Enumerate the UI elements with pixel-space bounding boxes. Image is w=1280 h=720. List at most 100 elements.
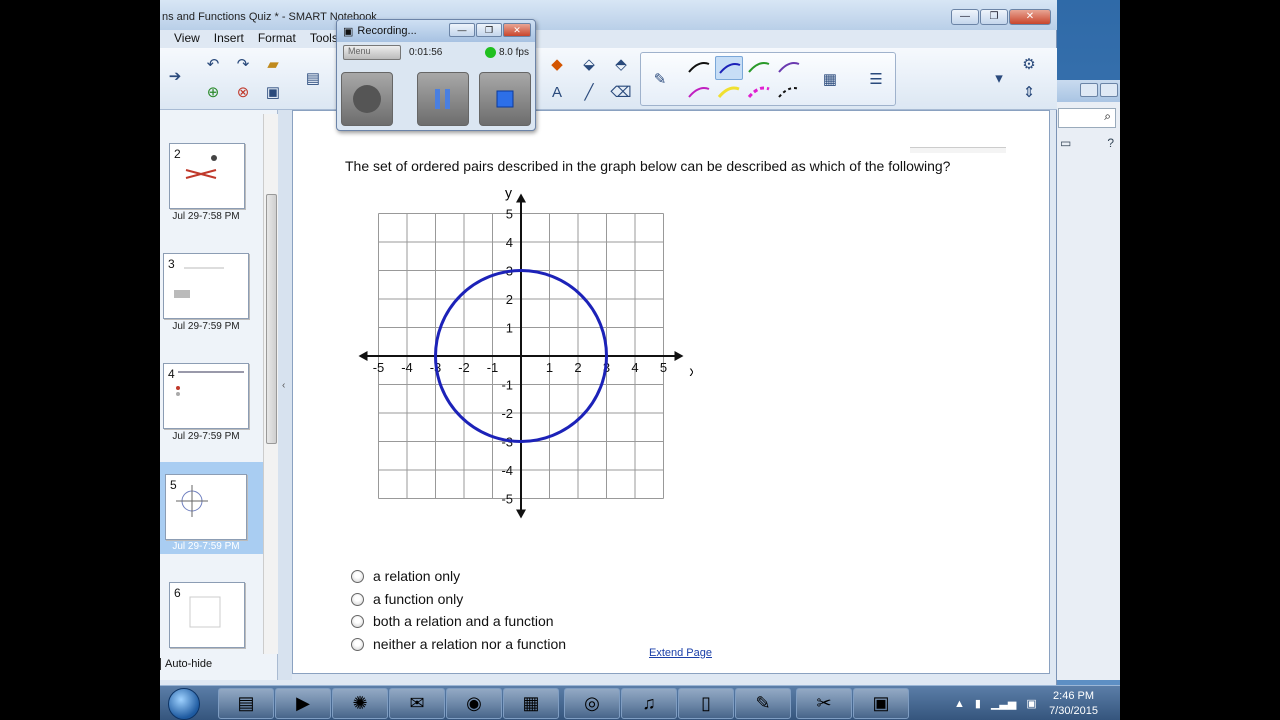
question-text: The set of ordered pairs described in th… bbox=[345, 158, 951, 174]
page-canvas[interactable]: The set of ordered pairs described in th… bbox=[292, 110, 1050, 674]
redo-icon[interactable]: ↷ bbox=[230, 52, 256, 76]
start-button[interactable] bbox=[168, 688, 200, 720]
y-tick-label: -2 bbox=[501, 406, 513, 421]
x-tick-label: 4 bbox=[631, 360, 638, 375]
save-icon[interactable]: ▣ bbox=[260, 80, 286, 104]
notebook-task-icon[interactable]: ✎ bbox=[735, 688, 791, 719]
y-tick-label: -1 bbox=[501, 378, 513, 393]
choice-label: a relation only bbox=[373, 568, 461, 584]
signal-icon[interactable]: ▁▃▅ bbox=[991, 697, 1016, 710]
display-icon[interactable]: ▤ bbox=[300, 66, 326, 90]
shapes-icon[interactable]: ◆ bbox=[544, 52, 570, 76]
recorder-close-button[interactable]: ✕ bbox=[503, 23, 531, 37]
thumb-date: Jul 29-7:58 PM bbox=[172, 211, 240, 222]
line-icon[interactable]: ╱ bbox=[576, 80, 602, 104]
page-thumb-6[interactable]: 6 bbox=[169, 582, 245, 648]
panel-icon[interactable]: ▭ bbox=[1060, 136, 1071, 150]
title-bar[interactable]: ns and Functions Quiz * - SMART Notebook… bbox=[160, 0, 1057, 30]
close-button[interactable]: ✕ bbox=[1009, 9, 1051, 25]
recorder-task-icon[interactable]: ▣ bbox=[853, 688, 909, 719]
autohide-label: Auto-hide bbox=[165, 658, 213, 670]
menu-insert[interactable]: Insert bbox=[214, 31, 244, 45]
minimize-button[interactable]: — bbox=[951, 9, 979, 25]
radio-button[interactable] bbox=[351, 637, 364, 651]
tray-expand-icon[interactable]: ▲ bbox=[954, 698, 965, 710]
choice-neither[interactable]: neither a relation nor a function bbox=[351, 636, 566, 652]
delete-page-icon[interactable]: ⊗ bbox=[230, 80, 256, 104]
clock[interactable]: 2:46 PM 7/30/2015 bbox=[1049, 689, 1098, 719]
x-tick-label: -1 bbox=[487, 360, 499, 375]
highlight-eraser-icon[interactable]: ⌫ bbox=[608, 80, 634, 104]
app-task-icon[interactable]: ✺ bbox=[332, 688, 388, 719]
help-icon[interactable]: ? bbox=[1107, 136, 1114, 150]
recorder-elapsed: 0:01:56 bbox=[409, 47, 443, 58]
search-icon[interactable]: ⌕ bbox=[1058, 108, 1116, 128]
background-window[interactable]: ⌕ ▭? bbox=[1053, 80, 1120, 680]
battery-icon[interactable]: ▮ bbox=[975, 697, 981, 710]
thumb-date: Jul 29-7:59 PM bbox=[172, 321, 240, 332]
pen-green[interactable] bbox=[745, 56, 773, 80]
text-icon[interactable]: A bbox=[544, 80, 570, 104]
radio-button[interactable] bbox=[351, 569, 364, 583]
network-icon[interactable]: ▣ bbox=[1026, 697, 1036, 710]
pen-magenta[interactable] bbox=[685, 81, 713, 105]
page-thumb-4[interactable]: 4 bbox=[163, 363, 249, 429]
thumb-number: 5 bbox=[170, 478, 177, 492]
page-thumb-3[interactable]: 3 bbox=[163, 253, 249, 319]
pen-black-dash[interactable] bbox=[775, 81, 803, 105]
choice-relation-only[interactable]: a relation only bbox=[351, 568, 460, 584]
choice-both[interactable]: both a relation and a function bbox=[351, 613, 554, 629]
extend-page-link[interactable]: Extend Page bbox=[649, 647, 712, 659]
pen-yellow[interactable] bbox=[715, 81, 743, 105]
menu-format[interactable]: Format bbox=[258, 31, 296, 45]
scroll-thumb[interactable] bbox=[266, 194, 277, 444]
choice-function-only[interactable]: a function only bbox=[351, 591, 463, 607]
line-style-icon[interactable]: ☰ bbox=[863, 67, 889, 91]
itunes-task-icon[interactable]: ♫ bbox=[621, 688, 677, 719]
recorder-menu-button[interactable]: Menu bbox=[343, 45, 401, 60]
record-button[interactable] bbox=[341, 72, 393, 126]
open-folder-icon[interactable]: ▰ bbox=[260, 52, 286, 76]
pen-purple[interactable] bbox=[775, 56, 803, 80]
radio-button[interactable] bbox=[351, 592, 364, 606]
coordinate-graph: -5 -4 -3 -2 -1 1 2 3 4 554321-1-2-3-4-5 x y bbox=[358, 185, 693, 519]
menu-view[interactable]: View bbox=[174, 31, 200, 45]
settings-icon[interactable]: ⚙ bbox=[1016, 52, 1042, 76]
menu-tools[interactable]: Tools bbox=[310, 31, 338, 45]
explorer-task-icon[interactable]: ▤ bbox=[218, 688, 274, 719]
fill-icon[interactable]: ⬘ bbox=[608, 52, 634, 76]
move-toolbar-icon[interactable]: ⇕ bbox=[1016, 80, 1042, 104]
recorder-minimize-button[interactable]: — bbox=[449, 23, 475, 37]
pause-button[interactable] bbox=[417, 72, 469, 126]
stop-button[interactable] bbox=[479, 72, 531, 126]
toolbar-dropdown-icon[interactable]: ▾ bbox=[986, 66, 1012, 90]
tools-task-icon[interactable]: ✂ bbox=[796, 688, 852, 719]
maximize-button[interactable]: ❐ bbox=[980, 9, 1008, 25]
chrome-task-icon[interactable]: ◎ bbox=[564, 688, 620, 719]
pen-blue[interactable] bbox=[715, 56, 743, 80]
pen-pink-dash[interactable] bbox=[745, 81, 773, 105]
sorter-scrollbar[interactable] bbox=[263, 114, 278, 654]
pen-black[interactable] bbox=[685, 56, 713, 80]
phone-task-icon[interactable]: ▯ bbox=[678, 688, 734, 719]
outlook-task-icon[interactable]: ✉ bbox=[389, 688, 445, 719]
pen-icon[interactable]: ✎ bbox=[647, 67, 673, 91]
firefox-task-icon[interactable]: ◉ bbox=[446, 688, 502, 719]
color-palette-icon[interactable]: ▦ bbox=[817, 67, 843, 91]
next-page-icon[interactable]: ➔ bbox=[162, 64, 188, 88]
recorder-maximize-button[interactable]: ❐ bbox=[476, 23, 502, 37]
y-axis-label: y bbox=[505, 185, 512, 201]
media-task-icon[interactable]: ▶ bbox=[275, 688, 331, 719]
package-task-icon[interactable]: ▦ bbox=[503, 688, 559, 719]
undo-icon[interactable]: ↶ bbox=[200, 52, 226, 76]
eraser-icon[interactable]: ⬙ bbox=[576, 52, 602, 76]
page-thumb-2[interactable]: 2 bbox=[169, 143, 245, 209]
choice-label: a function only bbox=[373, 591, 464, 607]
radio-button[interactable] bbox=[351, 614, 364, 628]
recorder-title-bar[interactable]: ▣ Recording... — ❐ ✕ bbox=[337, 20, 535, 42]
add-page-icon[interactable]: ⊕ bbox=[200, 80, 226, 104]
recorder-status: Menu 0:01:56 8.0 fps bbox=[337, 42, 535, 63]
autohide-toggle[interactable]: Auto-hide bbox=[160, 658, 212, 670]
page-thumb-5[interactable]: 5 bbox=[165, 474, 247, 540]
sidebar-splitter[interactable]: ‹ bbox=[278, 110, 292, 680]
